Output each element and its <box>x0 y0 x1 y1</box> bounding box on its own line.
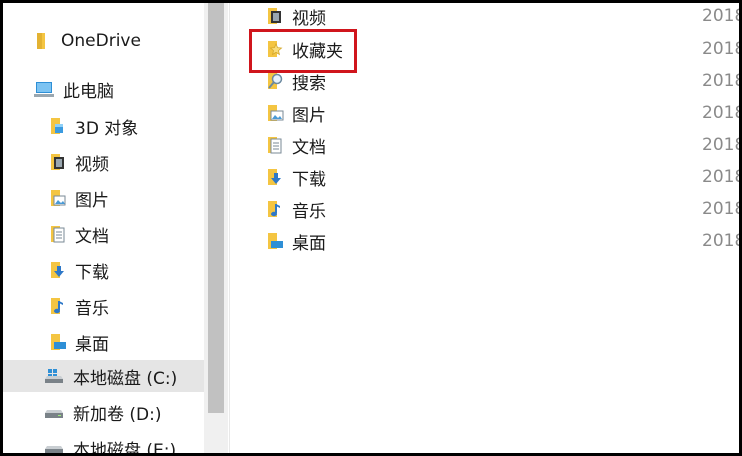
nav-item-label: 下载 <box>75 262 109 283</box>
3d-objects-folder-icon <box>47 115 67 137</box>
nav-item-videos[interactable]: 视频 <box>47 146 109 178</box>
file-name: 图片 <box>292 105 326 126</box>
nav-item-this-pc[interactable]: 此电脑 <box>33 73 114 105</box>
nav-item-label: 文档 <box>75 226 109 247</box>
nav-item-pictures[interactable]: 图片 <box>47 182 109 214</box>
file-date: 2018 <box>702 39 739 59</box>
file-name: 音乐 <box>292 201 326 222</box>
file-name: 视频 <box>292 8 326 29</box>
music-folder-icon <box>264 199 286 219</box>
highlight-annotation <box>249 29 357 73</box>
music-folder-icon <box>47 295 67 317</box>
file-explorer-window: OneDrive 此电脑 3D 对象 视频 图片 文档 下载 音乐 桌面 本地磁… <box>3 3 739 453</box>
file-row-videos[interactable]: 视频 2018 <box>230 3 739 32</box>
videos-folder-icon <box>47 151 67 173</box>
nav-item-documents[interactable]: 文档 <box>47 218 109 250</box>
nav-item-3d-objects[interactable]: 3D 对象 <box>47 110 138 142</box>
file-date: 2018 <box>702 231 739 251</box>
nav-item-label: 图片 <box>75 190 109 211</box>
file-list: 视频 2018 收藏夹 2018 搜索 2018 图片 2018 <box>230 3 739 453</box>
file-row-music[interactable]: 音乐 2018 <box>230 193 739 225</box>
file-date: 2018 <box>702 6 739 26</box>
onedrive-folder-icon <box>33 31 53 51</box>
nav-item-music[interactable]: 音乐 <box>47 290 109 322</box>
desktop-folder-icon <box>264 231 286 251</box>
file-date: 2018 <box>702 71 739 91</box>
file-name: 桌面 <box>292 233 326 254</box>
file-date: 2018 <box>702 167 739 187</box>
nav-item-desktop[interactable]: 桌面 <box>47 326 109 358</box>
file-row-downloads[interactable]: 下载 2018 <box>230 161 739 193</box>
nav-item-downloads[interactable]: 下载 <box>47 254 109 286</box>
nav-item-drive-e[interactable]: 本地磁盘 (E:) <box>43 432 176 453</box>
file-date: 2018 <box>702 199 739 219</box>
downloads-folder-icon <box>264 167 286 187</box>
documents-folder-icon <box>47 223 67 245</box>
pictures-folder-icon <box>264 103 286 123</box>
navigation-pane: OneDrive 此电脑 3D 对象 视频 图片 文档 下载 音乐 桌面 本地磁… <box>3 3 204 453</box>
file-row-pictures[interactable]: 图片 2018 <box>230 97 739 129</box>
file-name: 文档 <box>292 137 326 158</box>
nav-item-label: 视频 <box>75 154 109 175</box>
downloads-folder-icon <box>47 259 67 281</box>
videos-folder-icon <box>264 6 286 26</box>
nav-item-label: 本地磁盘 (C:) <box>73 368 178 389</box>
nav-item-label: 桌面 <box>75 334 109 355</box>
nav-item-label: 此电脑 <box>63 81 114 102</box>
nav-item-label: 新加卷 (D:) <box>73 404 162 425</box>
file-date: 2018 <box>702 135 739 155</box>
file-date: 2018 <box>702 103 739 123</box>
nav-item-label: 3D 对象 <box>75 118 139 139</box>
this-pc-icon <box>33 79 55 99</box>
searches-folder-icon <box>264 71 286 91</box>
nav-item-label: 音乐 <box>75 298 109 319</box>
documents-folder-icon <box>264 135 286 155</box>
pictures-folder-icon <box>47 187 67 209</box>
nav-item-label: OneDrive <box>61 31 141 51</box>
nav-item-label: 本地磁盘 (E:) <box>73 440 177 454</box>
file-row-desktop[interactable]: 桌面 2018 <box>230 225 739 257</box>
system-drive-icon <box>43 366 65 386</box>
navigation-scrollbar[interactable] <box>204 3 228 453</box>
drive-icon <box>43 402 65 422</box>
file-name: 下载 <box>292 169 326 190</box>
scrollbar-thumb[interactable] <box>208 3 224 413</box>
drive-icon <box>43 438 65 453</box>
file-row-documents[interactable]: 文档 2018 <box>230 129 739 161</box>
nav-item-onedrive[interactable]: OneDrive <box>33 25 141 57</box>
desktop-folder-icon <box>47 331 67 353</box>
nav-item-drive-d[interactable]: 新加卷 (D:) <box>43 396 162 428</box>
nav-item-drive-c[interactable]: 本地磁盘 (C:) <box>3 360 204 392</box>
